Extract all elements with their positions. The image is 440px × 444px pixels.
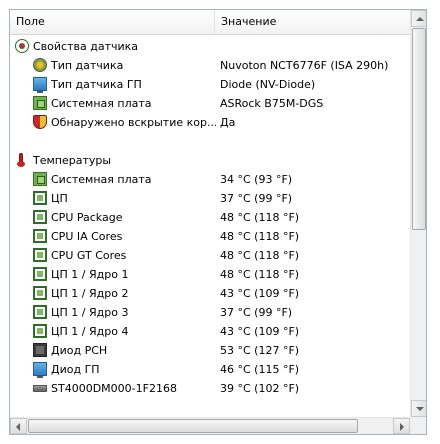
item-value: Diode (NV-Diode): [220, 78, 316, 91]
arrow-down-icon: [416, 407, 424, 411]
scroll-down-button[interactable]: [411, 400, 426, 417]
gpu-icon: [33, 77, 47, 93]
item-value: 37 °C (99 °F): [220, 192, 293, 205]
scroll-up-button[interactable]: [411, 10, 426, 27]
cpu-icon: [33, 248, 47, 262]
list-header: Поле Значение: [10, 10, 410, 35]
list-item[interactable]: Системная плата ASRock B75M-DGS: [10, 94, 410, 113]
cpu-icon: [33, 324, 47, 338]
item-label: Диод PCH: [51, 344, 108, 357]
item-value: 37 °C (99 °F): [220, 306, 293, 319]
group-title: Свойства датчика: [33, 40, 139, 53]
sensor-properties-icon: [15, 39, 29, 53]
sensor-list-view: Поле Значение Свойства датчика Тип датчи…: [9, 9, 427, 435]
shield-icon: [33, 115, 47, 129]
cpu-icon: [33, 286, 47, 300]
cpu-icon: [33, 305, 47, 319]
item-value: ASRock B75M-DGS: [220, 97, 324, 110]
item-value: Да: [220, 116, 236, 129]
list-item[interactable]: Диод PCH 53 °C (127 °F): [10, 341, 410, 360]
thermometer-icon: [17, 153, 26, 167]
arrow-up-icon: [416, 17, 424, 21]
item-value: 43 °C (109 °F): [220, 287, 300, 300]
list-item[interactable]: ЦП 1 / Ядро 1 48 °C (118 °F): [10, 265, 410, 284]
group-row-sensor-properties[interactable]: Свойства датчика: [10, 37, 410, 56]
motherboard-icon: [33, 172, 47, 186]
list-item[interactable]: Системная плата 34 °C (93 °F): [10, 170, 410, 189]
item-label: ЦП 1 / Ядро 2: [51, 287, 129, 300]
item-label: CPU Package: [51, 211, 123, 224]
item-label: Системная плата: [51, 97, 152, 110]
list-item[interactable]: ЦП 1 / Ядро 2 43 °C (109 °F): [10, 284, 410, 303]
horizontal-scroll-thumb[interactable]: [28, 419, 358, 433]
scrollbar-corner: [410, 417, 426, 434]
hdd-icon: [33, 385, 47, 392]
cpu-icon: [33, 267, 47, 281]
item-label: ЦП 1 / Ядро 1: [51, 268, 129, 281]
item-value: 34 °C (93 °F): [220, 173, 293, 186]
item-label: Тип датчика: [51, 59, 124, 72]
column-header-value[interactable]: Значение: [215, 10, 410, 34]
item-value: 48 °C (118 °F): [220, 230, 300, 243]
vertical-scrollbar[interactable]: [410, 10, 426, 434]
list-item[interactable]: Тип датчика Nuvoton NCT6776F (ISA 290h): [10, 56, 410, 75]
arrow-left-icon: [16, 423, 20, 431]
item-label: Обнаружено вскрытие кор...: [51, 116, 216, 129]
cpu-icon: [33, 191, 47, 205]
item-value: Nuvoton NCT6776F (ISA 290h): [220, 59, 389, 72]
item-value: 43 °C (109 °F): [220, 325, 300, 338]
item-label: ЦП 1 / Ядро 3: [51, 306, 129, 319]
item-label: CPU IA Cores: [51, 230, 123, 243]
motherboard-icon: [33, 96, 47, 110]
column-header-field[interactable]: Поле: [10, 10, 215, 34]
list-item[interactable]: Обнаружено вскрытие кор... Да: [10, 113, 410, 132]
cpu-icon: [33, 229, 47, 243]
group-title: Температуры: [33, 154, 112, 167]
chip-icon: [33, 343, 47, 357]
scroll-right-button[interactable]: [393, 418, 410, 434]
list-item[interactable]: CPU IA Cores 48 °C (118 °F): [10, 227, 410, 246]
horizontal-scrollbar[interactable]: [10, 417, 410, 434]
gpu-icon: [33, 362, 47, 378]
item-value: 39 °C (102 °F): [220, 382, 300, 395]
item-value: 53 °C (127 °F): [220, 344, 300, 357]
arrow-right-icon: [400, 423, 404, 431]
list-item[interactable]: CPU Package 48 °C (118 °F): [10, 208, 410, 227]
item-label: Диод ГП: [51, 363, 100, 376]
list-item[interactable]: ЦП 1 / Ядро 3 37 °C (99 °F): [10, 303, 410, 322]
item-value: 46 °C (115 °F): [220, 363, 300, 376]
item-label: ST4000DM000-1F2168: [51, 382, 177, 395]
item-label: ЦП: [51, 192, 68, 205]
list-item[interactable]: ЦП 37 °C (99 °F): [10, 189, 410, 208]
group-row-temperatures[interactable]: Температуры: [10, 151, 410, 170]
item-value: 48 °C (118 °F): [220, 249, 300, 262]
vertical-scroll-thumb[interactable]: [412, 28, 426, 230]
sensor-icon: [33, 58, 47, 72]
item-label: CPU GT Cores: [51, 249, 127, 262]
item-label: ЦП 1 / Ядро 4: [51, 325, 129, 338]
list-item[interactable]: ST4000DM000-1F2168 39 °C (102 °F): [10, 379, 410, 398]
list-item[interactable]: ЦП 1 / Ядро 4 43 °C (109 °F): [10, 322, 410, 341]
list-item[interactable]: CPU GT Cores 48 °C (118 °F): [10, 246, 410, 265]
list-item[interactable]: Диод ГП 46 °C (115 °F): [10, 360, 410, 379]
cpu-icon: [33, 210, 47, 224]
item-value: 48 °C (118 °F): [220, 268, 300, 281]
scroll-left-button[interactable]: [10, 418, 27, 434]
item-value: 48 °C (118 °F): [220, 211, 300, 224]
item-label: Системная плата: [51, 173, 152, 186]
list-item[interactable]: Тип датчика ГП Diode (NV-Diode): [10, 75, 410, 94]
item-label: Тип датчика ГП: [51, 78, 142, 91]
